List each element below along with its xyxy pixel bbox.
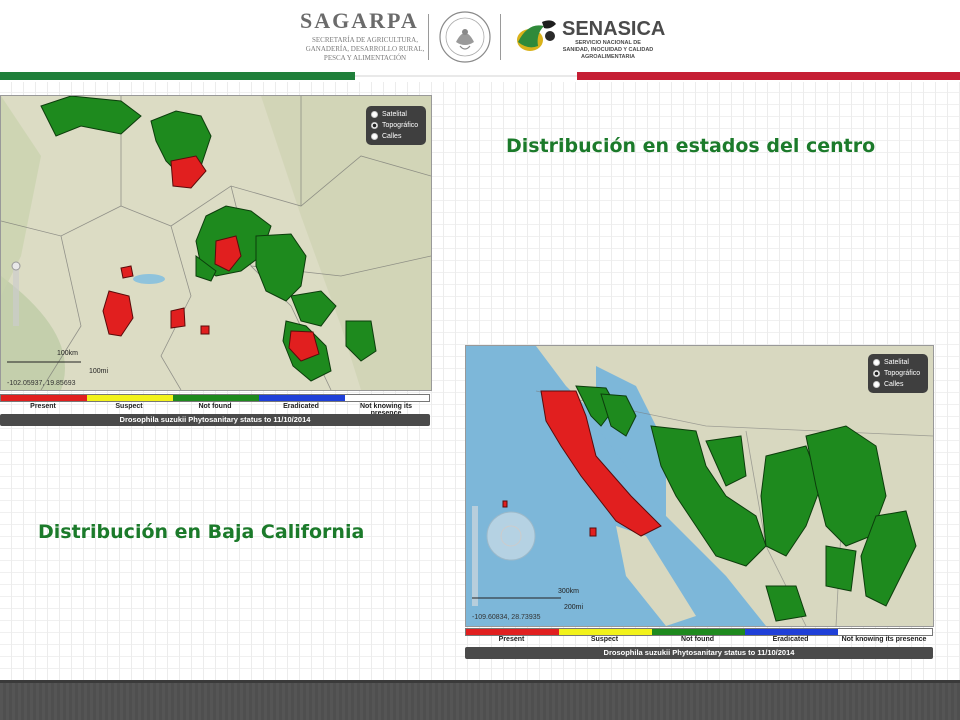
legend-label-not-found: Not found	[680, 636, 715, 643]
layer-switcher[interactable]: Satelital Topográfico Calles	[868, 354, 928, 393]
sagarpa-logo: SAGARPA	[300, 8, 419, 33]
slide-footer	[0, 680, 960, 720]
layer-switcher[interactable]: Satelital Topográfico Calles	[366, 106, 426, 145]
legend-swatch-suspect	[87, 395, 173, 401]
map-zoom-control[interactable]	[11, 261, 21, 326]
senasica-logo: SENASICA	[562, 18, 666, 40]
scale-km-label: 100km	[57, 350, 79, 357]
map-pan-control[interactable]	[486, 511, 536, 561]
scale-km-label: 300km	[558, 588, 580, 595]
map-center-states[interactable]: Satelital Topográfico Calles 100km 100mi…	[0, 95, 432, 391]
legend-swatch-present	[1, 395, 87, 401]
header-stripe-green	[0, 72, 355, 80]
layer-option-topografico[interactable]: Topográfico	[873, 368, 923, 379]
legend-label-present: Present	[498, 636, 525, 643]
lake-chapala	[133, 274, 165, 284]
header-stripe-red	[577, 72, 960, 80]
title-baja-california: Distribución en Baja California	[38, 521, 365, 543]
coordinate-readout: -102.05937, 19.85693	[7, 380, 76, 387]
coordinate-readout: -109.60834, 28.73935	[472, 614, 541, 621]
legend-swatch-unknown	[838, 629, 932, 635]
legend-label-eradicated: Eradicated	[772, 636, 809, 643]
footer-edge	[0, 680, 960, 683]
legend-label-suspect: Suspect	[590, 636, 619, 643]
slide-header: SAGARPA SECRETARÍA DE AGRICULTURA, GANAD…	[0, 0, 960, 72]
legend-swatch-eradicated	[745, 629, 838, 635]
map-caption: Drosophila suzukii Phytosanitary status …	[0, 414, 430, 426]
layer-option-satelital[interactable]: Satelital	[873, 357, 923, 368]
legend-swatch-present	[466, 629, 559, 635]
zoom-slider[interactable]	[472, 506, 478, 606]
legend-swatch-eradicated	[259, 395, 345, 401]
legend-swatch-not-found	[652, 629, 745, 635]
legend-label-unknown: Not knowing its presence	[841, 636, 927, 643]
legend-color-bar	[465, 628, 933, 636]
layer-option-satelital[interactable]: Satelital	[371, 109, 421, 120]
map-baja-canvas	[466, 346, 933, 626]
senasica-subtitle: SERVICIO NACIONAL DE SANIDAD, INOCUIDAD …	[562, 40, 654, 60]
title-center-states: Distribución en estados del centro	[506, 135, 876, 157]
legend-labels: Present Suspect Not found Eradicated Not…	[465, 636, 931, 643]
mexican-seal-icon	[439, 11, 491, 63]
layer-option-topografico[interactable]: Topográfico	[371, 120, 421, 131]
scale-mi-label: 100mi	[89, 368, 109, 375]
sagarpa-subtitle: SECRETARÍA DE AGRICULTURA, GANADERÍA, DE…	[305, 36, 425, 62]
header-stripe-white	[355, 75, 577, 77]
legend-swatch-unknown	[345, 395, 429, 401]
scale-mi-label: 200mi	[564, 604, 584, 611]
map-caption: Drosophila suzukii Phytosanitary status …	[465, 647, 933, 659]
senasica-emblem-icon	[517, 20, 556, 51]
logo-divider	[428, 14, 429, 60]
layer-option-calles[interactable]: Calles	[873, 379, 923, 390]
layer-option-calles[interactable]: Calles	[371, 131, 421, 142]
legend-swatch-suspect	[559, 629, 652, 635]
legend-color-bar	[0, 394, 430, 402]
legend-swatch-not-found	[173, 395, 259, 401]
map-baja-california[interactable]: Satelital Topográfico Calles 300km 200mi…	[465, 345, 934, 627]
logo-divider	[500, 14, 501, 60]
